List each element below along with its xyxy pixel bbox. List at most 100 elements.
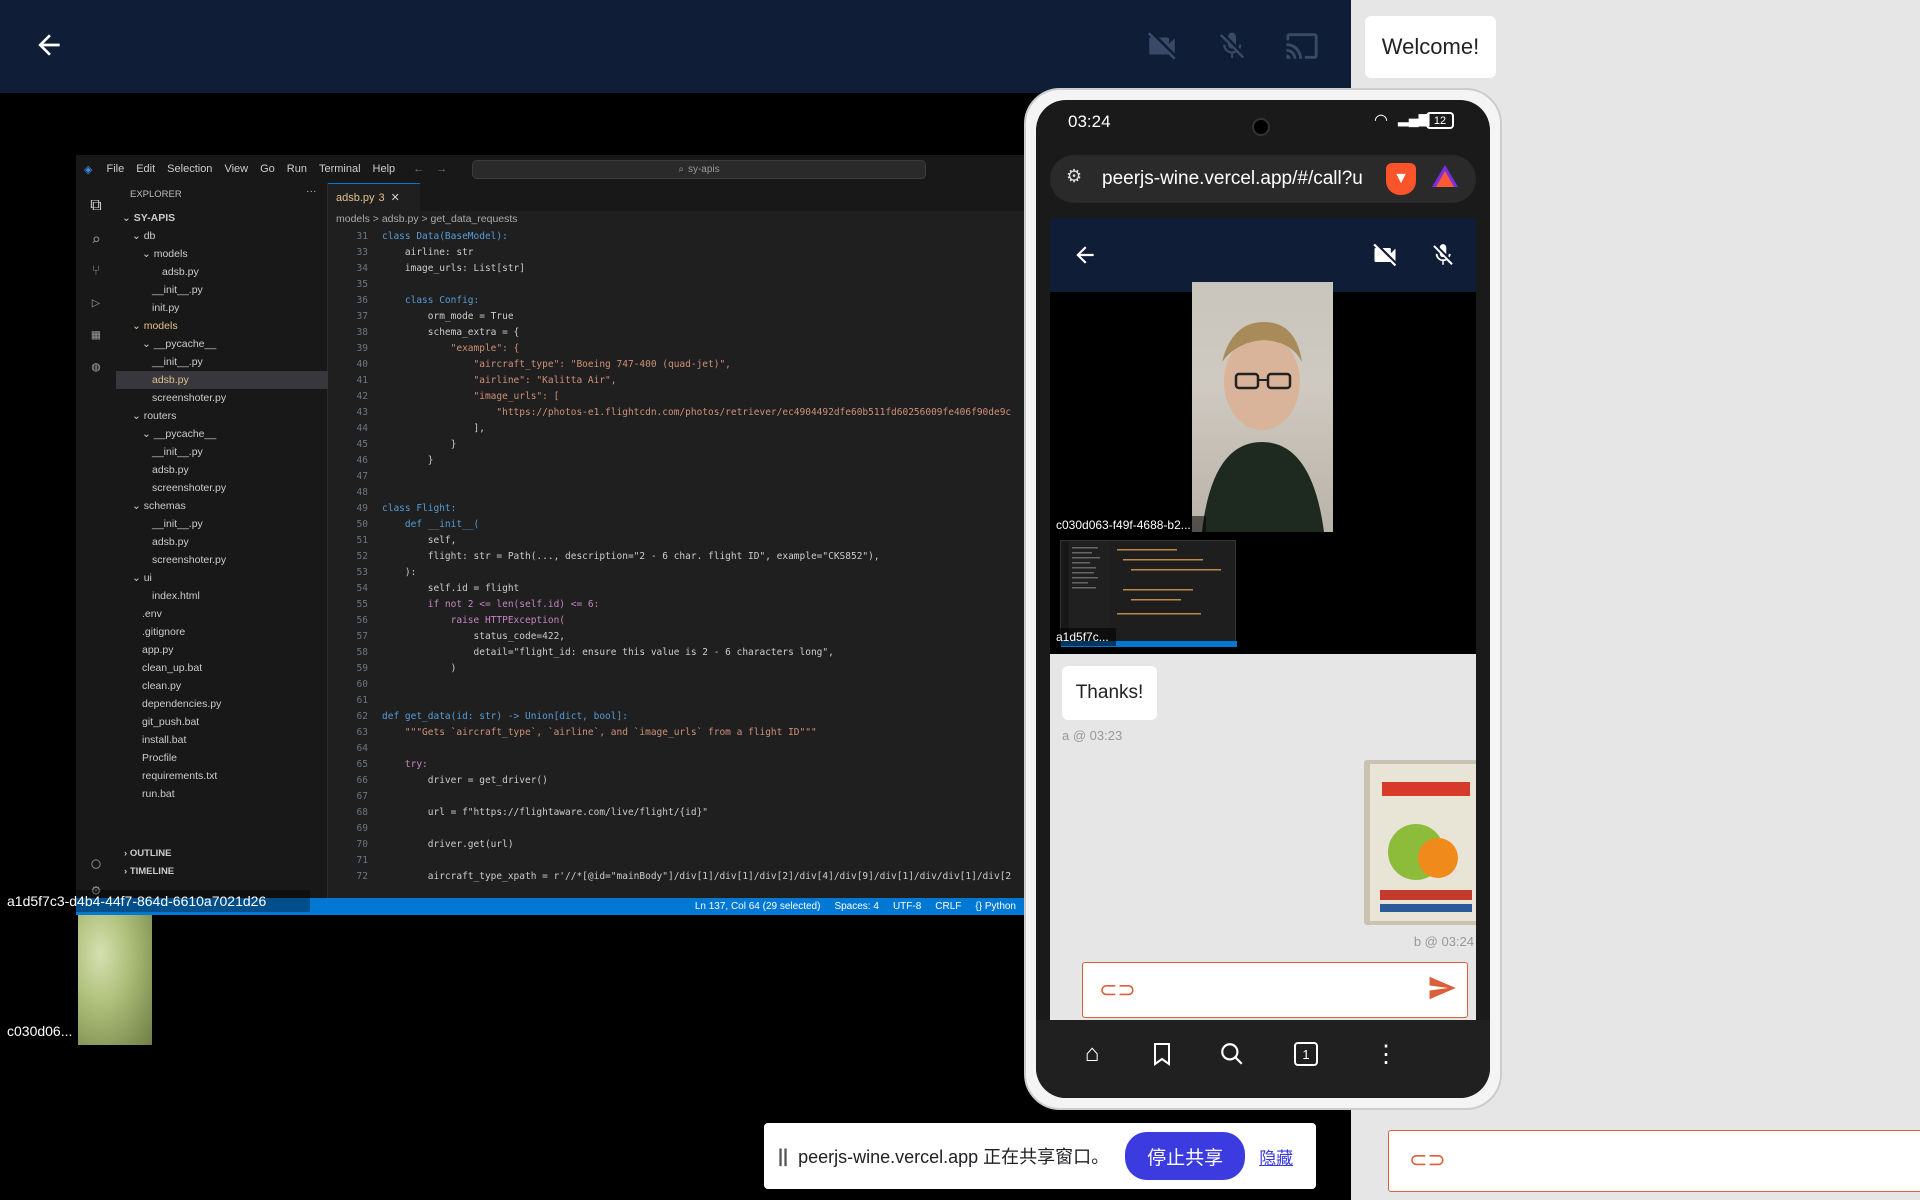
back-arrow-icon[interactable] (26, 22, 72, 68)
file-tree-item[interactable]: adsb.py (116, 461, 328, 479)
nav-forward-icon[interactable]: → (436, 163, 447, 175)
file-tree-label: db (143, 230, 156, 242)
outline-section[interactable]: › OUTLINE (124, 845, 324, 863)
attachment-icon[interactable]: ⊂⊃ (1409, 1147, 1446, 1173)
home-icon[interactable]: ⌂ (1072, 1036, 1112, 1072)
file-tree-item[interactable]: ⌄ __pycache__ (116, 335, 328, 353)
attachment-icon[interactable]: ⊂⊃ (1099, 977, 1136, 1003)
line-number: 50 (356, 519, 368, 530)
menu-run[interactable]: Run (287, 163, 307, 175)
menu-selection[interactable]: Selection (167, 163, 212, 175)
file-tree-item[interactable]: ⌄ schemas (116, 497, 328, 515)
message-input[interactable]: ⊂⊃ (1082, 962, 1468, 1018)
phone-screen: 03:24 ◠ ▂▄▆ 12 ⚙ peerjs-wine.vercel.app/… (1036, 100, 1490, 1098)
local-peer-label: c030d06... (0, 1020, 76, 1042)
line-number: 65 (356, 759, 368, 770)
tabs-button[interactable]: 1 (1286, 1036, 1326, 1072)
vscode-search-input[interactable]: ⌕ sy-apis (472, 160, 926, 179)
bookmark-icon[interactable] (1142, 1036, 1182, 1072)
close-icon[interactable]: ✕ (391, 191, 400, 204)
back-arrow-icon[interactable] (1068, 238, 1102, 272)
file-tree-item[interactable]: ⌄ __pycache__ (116, 425, 328, 443)
timeline-section[interactable]: › TIMELINE (124, 863, 324, 881)
file-tree-item[interactable]: __init__.py (116, 515, 328, 533)
file-tree-item[interactable]: screenshoter.py (116, 389, 328, 407)
file-tree-item[interactable]: __init__.py (116, 281, 328, 299)
camera-off-icon[interactable] (1368, 238, 1402, 272)
search-icon[interactable] (1212, 1036, 1252, 1072)
menu-edit[interactable]: Edit (136, 163, 155, 175)
file-tree-item[interactable]: .gitignore (116, 623, 328, 641)
editor-tab-adsb[interactable]: adsb.py 3 ✕ (328, 183, 420, 211)
extensions-icon[interactable]: ▦ (84, 323, 108, 347)
brave-rewards-icon[interactable] (1430, 161, 1460, 197)
nav-back-icon[interactable]: ← (413, 163, 424, 175)
send-icon[interactable] (1427, 973, 1457, 1008)
source-control-icon[interactable]: ⑂ (84, 259, 108, 283)
message-input[interactable]: ⊂⊃ (1388, 1130, 1920, 1192)
file-tree-item[interactable]: ⌄ ui (116, 569, 328, 587)
file-tree-item[interactable]: clean_up.bat (116, 659, 328, 677)
mic-off-icon[interactable] (1210, 24, 1254, 68)
hide-link[interactable]: 隐藏 (1259, 1144, 1293, 1169)
more-actions-icon[interactable]: ··· (306, 185, 317, 197)
file-tree-item[interactable]: __init__.py (116, 353, 328, 371)
file-tree-item[interactable]: adsb.py (116, 533, 328, 551)
code-editor[interactable]: 31 class Data(BaseModel): 33 airline: str 3… (328, 229, 1026, 899)
menu-view[interactable]: View (224, 163, 248, 175)
file-tree-item[interactable]: clean.py (116, 677, 328, 695)
file-tree-item[interactable]: init.py (116, 299, 328, 317)
site-settings-icon[interactable]: ⚙ (1066, 166, 1082, 187)
file-tree-item[interactable]: .env (116, 605, 328, 623)
file-tree-item[interactable]: git_push.bat (116, 713, 328, 731)
file-tree-item[interactable]: requirements.txt (116, 767, 328, 785)
account-icon[interactable]: ◯ (84, 851, 108, 875)
file-tree-item[interactable]: index.html (116, 587, 328, 605)
menu-help[interactable]: Help (373, 163, 396, 175)
stop-sharing-button[interactable]: 停止共享 (1125, 1132, 1246, 1180)
code-text: self.id = flight (382, 583, 520, 594)
file-tree-item[interactable]: app.py (116, 641, 328, 659)
file-tree-item[interactable]: adsb.py (116, 371, 328, 389)
status-eol[interactable]: CRLF (935, 901, 961, 912)
mic-off-icon[interactable] (1426, 238, 1460, 272)
cast-icon[interactable] (1280, 24, 1324, 68)
file-tree-item[interactable]: run.bat (116, 785, 328, 803)
browser-url-bar[interactable]: ⚙ peerjs-wine.vercel.app/#/call?u ▼ (1050, 155, 1476, 203)
file-tree-item[interactable]: ⌄ SY-APIS (116, 209, 328, 227)
file-tree-label: SY-APIS (133, 212, 176, 224)
menu-go[interactable]: Go (260, 163, 275, 175)
line-number: 49 (356, 503, 368, 514)
chat-image-book-cover[interactable] (1364, 760, 1476, 925)
file-tree-item[interactable]: ⌄ models (116, 317, 328, 335)
file-tree-item[interactable]: __init__.py (116, 443, 328, 461)
menu-icon[interactable]: ⋮ (1366, 1036, 1406, 1072)
camera-off-icon[interactable] (1140, 24, 1184, 68)
search-icon[interactable]: ⌕ (84, 227, 108, 251)
line-number: 41 (356, 375, 368, 386)
file-tree-item[interactable]: ⌄ models (116, 245, 328, 263)
status-indent[interactable]: Spaces: 4 (834, 901, 878, 912)
status-encoding[interactable]: UTF-8 (893, 901, 921, 912)
file-tree-item[interactable]: dependencies.py (116, 695, 328, 713)
file-tree-item[interactable]: Procfile (116, 749, 328, 767)
file-tree-item[interactable]: screenshoter.py (116, 551, 328, 569)
file-tree-item[interactable]: install.bat (116, 731, 328, 749)
file-tree-item[interactable]: adsb.py (116, 263, 328, 281)
line-number: 66 (356, 775, 368, 786)
file-tree-item[interactable]: ⌄ routers (116, 407, 328, 425)
status-cursor[interactable]: Ln 137, Col 64 (29 selected) (695, 901, 821, 912)
signal-icon: ▂▄▆ (1398, 110, 1430, 126)
menu-file[interactable]: File (106, 163, 124, 175)
local-screen-video-label: a1d5f7c... (1050, 628, 1116, 646)
code-text: ], (382, 423, 485, 434)
explorer-icon[interactable]: ⧉ (84, 193, 108, 217)
remote-icon[interactable]: ◍ (84, 355, 108, 379)
file-tree-item[interactable]: ⌄ db (116, 227, 328, 245)
menu-terminal[interactable]: Terminal (319, 163, 361, 175)
file-tree-item[interactable]: screenshoter.py (116, 479, 328, 497)
file-tree-label: index.html (152, 590, 200, 602)
run-debug-icon[interactable]: ▷ (84, 291, 108, 315)
status-language[interactable]: {} Python (975, 901, 1016, 912)
brave-shield-icon[interactable]: ▼ (1386, 163, 1416, 195)
